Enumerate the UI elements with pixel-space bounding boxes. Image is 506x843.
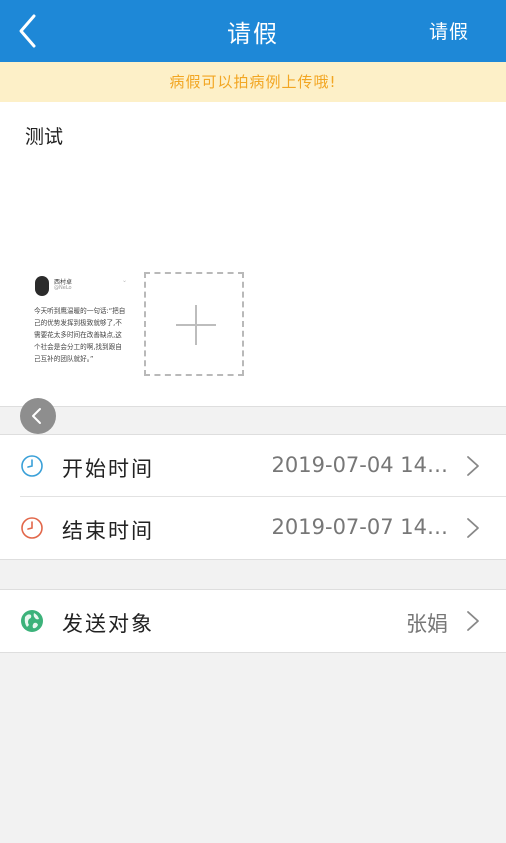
- section-divider: [0, 652, 506, 653]
- plus-icon-vertical: [195, 305, 197, 345]
- globe-icon: [21, 610, 43, 632]
- start-time-label: 开始时间: [62, 457, 154, 481]
- start-time-value: 2019-07-04 14…: [271, 453, 448, 477]
- leave-reason-section: 测试 西村卓 @NeLo ⌄ 今天听到鹰温暖的一句话:“把自己的优势发挥到极致就…: [0, 102, 506, 406]
- start-time-row[interactable]: 开始时间 2019-07-04 14…: [0, 435, 506, 497]
- floating-back-button[interactable]: [20, 398, 56, 434]
- chevron-down-icon: ⌄: [121, 277, 127, 284]
- end-time-row[interactable]: 结束时间 2019-07-07 14…: [0, 497, 506, 559]
- top-app-bar: 请假 请假: [0, 0, 506, 62]
- section-divider: [0, 559, 506, 560]
- post-text: 今天听到鹰温暖的一句话:“把自己的优势发挥到极致就够了,不需要花太多时间在改善缺…: [34, 307, 126, 363]
- recipient-label: 发送对象: [62, 612, 154, 636]
- attachment-thumbnail[interactable]: 西村卓 @NeLo ⌄ 今天听到鹰温暖的一句话:“把自己的优势发挥到极致就够了,…: [28, 272, 132, 376]
- chevron-right-icon: [467, 456, 479, 476]
- add-image-button[interactable]: [144, 272, 244, 376]
- submit-leave-button[interactable]: 请假: [429, 17, 469, 44]
- section-divider: [0, 406, 506, 407]
- recipient-value: 张娟: [406, 612, 448, 636]
- clock-icon: [21, 517, 43, 539]
- end-time-value: 2019-07-07 14…: [271, 515, 448, 539]
- post-author-handle: @NeLo: [54, 285, 72, 291]
- recipient-row[interactable]: 发送对象 张娟: [0, 590, 506, 652]
- leave-reason-text[interactable]: 测试: [25, 122, 63, 149]
- chevron-right-icon: [467, 611, 479, 631]
- clock-icon: [21, 455, 43, 477]
- chevron-left-icon: [32, 408, 41, 424]
- chevron-right-icon: [467, 518, 479, 538]
- end-time-label: 结束时间: [62, 519, 154, 543]
- avatar: [35, 276, 49, 296]
- sick-leave-notice: 病假可以拍病例上传哦!: [0, 62, 506, 102]
